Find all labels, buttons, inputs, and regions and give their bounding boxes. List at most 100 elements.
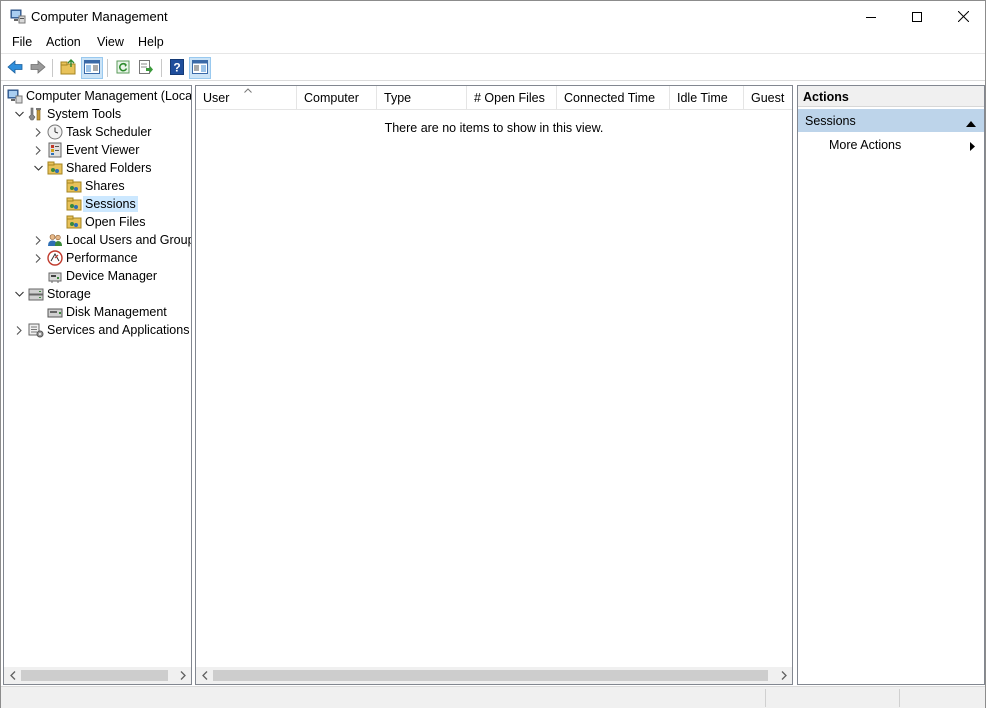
forward-arrow-icon (30, 59, 46, 77)
window-title: Computer Management (31, 9, 168, 24)
forward-button[interactable] (27, 57, 49, 79)
scroll-left-arrow-icon[interactable] (196, 667, 213, 684)
column-header-connected-time[interactable]: Connected Time (557, 86, 670, 110)
minimize-button[interactable] (848, 1, 894, 32)
list-scroll-thumb[interactable] (213, 670, 768, 681)
tree-node-disk-management[interactable]: Disk Management (4, 303, 190, 321)
users-icon (47, 232, 63, 248)
scroll-left-arrow-icon[interactable] (4, 667, 21, 684)
expanded-chevron-icon[interactable] (14, 285, 24, 303)
tree-node-performance[interactable]: Performance (4, 249, 190, 267)
show-hide-console-tree-button[interactable] (81, 57, 103, 79)
computer-management-window: Computer Management File Action View Hel… (0, 0, 986, 708)
column-header-user[interactable]: User (196, 86, 297, 110)
device-manager-icon (47, 268, 63, 284)
tree-node-event-viewer[interactable]: Event Viewer (4, 141, 190, 159)
tree-node-sessions[interactable]: Sessions (4, 195, 190, 213)
collapse-up-icon[interactable] (966, 116, 976, 130)
tree-node-label: Local Users and Groups (66, 233, 192, 247)
maximize-button[interactable] (894, 1, 940, 32)
svg-text:?: ? (173, 60, 180, 74)
tree-node-label: Open Files (85, 215, 146, 229)
tree-node-computer-management-local[interactable]: Computer Management (Local (4, 87, 192, 105)
tree-node-label: Computer Management (Local (26, 89, 192, 103)
list-horizontal-scrollbar[interactable] (196, 667, 792, 684)
collapsed-chevron-icon[interactable] (14, 321, 24, 339)
services-icon (28, 322, 44, 338)
tree-node-label: System Tools (47, 107, 122, 121)
shared-folders-icon (47, 160, 63, 176)
sort-ascending-icon (244, 86, 252, 95)
collapsed-chevron-icon[interactable] (33, 249, 43, 267)
actions-section-label: Sessions (805, 114, 856, 128)
console-tree[interactable]: Computer Management (Local System Tools Ta… (3, 85, 192, 685)
action-pane-icon (192, 59, 208, 77)
tree-node-shares[interactable]: Shares (4, 177, 190, 195)
expanded-chevron-icon[interactable] (33, 159, 43, 177)
tree-scroll-thumb[interactable] (21, 670, 168, 681)
menu-file[interactable]: File (12, 35, 32, 49)
tree-node-label: Shares (85, 179, 125, 193)
tree-node-system-tools[interactable]: System Tools (4, 105, 190, 123)
tree-node-shared-folders[interactable]: Shared Folders (4, 159, 190, 177)
folder-up-icon (60, 58, 76, 78)
menu-help[interactable]: Help (138, 35, 164, 49)
tree-horizontal-scrollbar[interactable] (4, 667, 191, 684)
computer-management-icon (7, 88, 23, 104)
column-header-idle-time[interactable]: Idle Time (670, 86, 744, 110)
submenu-arrow-icon[interactable] (970, 140, 975, 154)
help-icon: ? (170, 58, 184, 78)
export-list-button[interactable] (135, 57, 157, 79)
tree-node-label: Event Viewer (66, 143, 140, 157)
title-bar[interactable]: Computer Management (1, 1, 985, 32)
show-hide-action-pane-button[interactable] (189, 57, 211, 79)
actions-title: Actions (798, 86, 984, 107)
column-header-computer[interactable]: Computer (297, 86, 377, 110)
result-list[interactable]: User Computer Type # Open Files Connecte… (195, 85, 793, 685)
help-button[interactable]: ? (166, 57, 188, 79)
tree-node-label: Task Scheduler (66, 125, 152, 139)
scroll-right-arrow-icon[interactable] (174, 667, 191, 684)
empty-list-message: There are no items to show in this view. (384, 121, 604, 135)
status-cell (765, 689, 899, 707)
status-cell (899, 689, 985, 707)
console-tree-icon (84, 59, 100, 77)
more-actions-item[interactable]: More Actions (829, 138, 901, 152)
tree-node-label: Performance (66, 251, 138, 265)
actions-section-sessions[interactable]: Sessions (798, 109, 984, 132)
tree-node-services-and-applications[interactable]: Services and Applications (4, 321, 190, 339)
scroll-right-arrow-icon[interactable] (775, 667, 792, 684)
back-button[interactable] (4, 57, 26, 79)
expanded-chevron-icon[interactable] (14, 105, 24, 123)
actions-pane: Actions Sessions More Actions (797, 85, 985, 685)
up-one-level-button[interactable] (57, 57, 79, 79)
tree-node-local-users-and-groups[interactable]: Local Users and Groups (4, 231, 192, 249)
column-header-open-files[interactable]: # Open Files (467, 86, 557, 110)
tree-node-label: Services and Applications (47, 323, 190, 337)
tree-node-task-scheduler[interactable]: Task Scheduler (4, 123, 190, 141)
tree-node-open-files[interactable]: Open Files (4, 213, 190, 231)
column-header-guest[interactable]: Guest (744, 86, 792, 110)
tree-node-device-manager[interactable]: Device Manager (4, 267, 190, 285)
tree-node-label: Shared Folders (66, 161, 152, 175)
menu-bar: File Action View Help (1, 32, 985, 54)
menu-view[interactable]: View (97, 35, 124, 49)
menu-action[interactable]: Action (46, 35, 81, 49)
column-header-type[interactable]: Type (377, 86, 467, 110)
refresh-button[interactable] (112, 57, 134, 79)
shared-folder-icon (66, 214, 82, 230)
collapsed-chevron-icon[interactable] (33, 231, 43, 249)
collapsed-chevron-icon[interactable] (33, 141, 43, 159)
export-list-icon (138, 59, 154, 78)
collapsed-chevron-icon[interactable] (33, 123, 43, 141)
disk-icon (47, 304, 63, 320)
clock-icon (47, 124, 63, 140)
shared-folder-icon (66, 178, 82, 194)
close-button[interactable] (940, 1, 986, 32)
tree-node-storage[interactable]: Storage (4, 285, 190, 303)
shared-folder-icon (66, 196, 82, 212)
status-bar (1, 686, 985, 708)
refresh-icon (115, 59, 131, 78)
performance-icon (47, 250, 63, 266)
toolbar: ? (1, 55, 985, 81)
